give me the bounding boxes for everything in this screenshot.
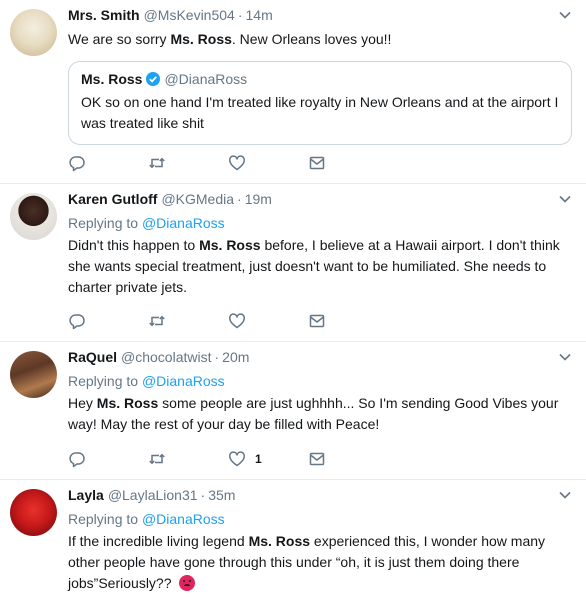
display-name[interactable]: Karen Gutloff: [68, 191, 157, 207]
reply-button[interactable]: [68, 450, 148, 468]
tweet-header: Layla @LaylaLion31 · 35m: [68, 487, 570, 507]
tweet-text: Didn't this happen to Ms. Ross before, I…: [68, 235, 570, 298]
replying-to-label: Replying to: [68, 373, 142, 389]
retweet-icon: [149, 157, 165, 169]
retweet-icon: [149, 315, 165, 327]
retweet-button[interactable]: [148, 312, 228, 330]
display-name[interactable]: Mrs. Smith: [68, 7, 140, 23]
replying-to: Replying to @DianaRoss: [68, 509, 570, 529]
tweet-text-bold: Ms. Ross: [248, 533, 311, 549]
timestamp[interactable]: 14m: [246, 7, 273, 23]
tweet-text-part: . New Orleans loves you!!: [231, 31, 392, 47]
tweet-actions: [68, 154, 388, 172]
tweet-header: Karen Gutloff @KGMedia · 19m: [68, 191, 570, 211]
retweet-button[interactable]: [148, 154, 228, 172]
caret-down-icon[interactable]: [558, 350, 572, 364]
tweet-mrs-smith[interactable]: Mrs. Smith @MsKevin504 · 14m We are so s…: [0, 0, 586, 184]
like-button[interactable]: [228, 312, 308, 330]
avatar[interactable]: [10, 489, 57, 536]
tweet-text: Hey Ms. Ross some people are just ughhhh…: [68, 393, 570, 435]
direct-message-button[interactable]: [308, 154, 388, 172]
user-handle[interactable]: @MsKevin504: [144, 7, 235, 23]
tweet-text-part: We are so sorry: [68, 31, 171, 47]
separator: ·: [237, 7, 243, 23]
replying-to: Replying to @DianaRoss: [68, 213, 570, 233]
replying-to-mention[interactable]: @DianaRoss: [142, 373, 225, 389]
reply-feed: Mrs. Smith @MsKevin504 · 14m We are so s…: [0, 0, 586, 604]
quoted-user-handle: @DianaRoss: [164, 71, 248, 87]
verified-badge-icon: [146, 72, 161, 86]
tweet-text-bold: Ms. Ross: [170, 31, 232, 47]
tweet-karen-gutloff[interactable]: Karen Gutloff @KGMedia · 19m Replying to…: [0, 184, 586, 342]
tweet-text: We are so sorry Ms. Ross. New Orleans lo…: [68, 29, 570, 50]
replying-to-label: Replying to: [68, 215, 142, 231]
caret-down-icon[interactable]: [558, 192, 572, 206]
direct-message-icon: [309, 314, 325, 328]
avatar[interactable]: [10, 9, 57, 56]
tweet-text-bold: Ms. Ross: [96, 395, 159, 411]
quoted-tweet-text: OK so on one hand I'm treated like royal…: [81, 94, 559, 131]
tweet-text: If the incredible living legend Ms. Ross…: [68, 531, 570, 594]
timestamp[interactable]: 19m: [245, 191, 272, 207]
retweet-icon: [149, 453, 165, 465]
tweet-layla[interactable]: Layla @LaylaLion31 · 35m Replying to @Di…: [0, 480, 586, 604]
retweet-button[interactable]: [148, 450, 228, 468]
replying-to-mention[interactable]: @DianaRoss: [142, 215, 225, 231]
tweet-header: RaQuel @chocolatwist · 20m: [68, 349, 570, 369]
user-handle[interactable]: @KGMedia: [161, 191, 234, 207]
tweet-raquel[interactable]: RaQuel @chocolatwist · 20m Replying to @…: [0, 342, 586, 480]
avatar[interactable]: [10, 193, 57, 240]
caret-down-icon[interactable]: [558, 8, 572, 22]
direct-message-button[interactable]: [308, 312, 388, 330]
timestamp[interactable]: 20m: [222, 349, 249, 365]
like-button[interactable]: [228, 154, 308, 172]
separator: ·: [200, 487, 206, 503]
reply-icon: [69, 156, 85, 172]
like-count: 1: [255, 452, 262, 466]
replying-to-mention[interactable]: @DianaRoss: [142, 511, 225, 527]
tweet-text-part: If the incredible living legend: [68, 533, 249, 549]
user-handle[interactable]: @chocolatwist: [121, 349, 211, 365]
reply-icon: [69, 452, 85, 468]
quoted-display-name: Ms. Ross: [81, 71, 143, 87]
avatar[interactable]: [10, 351, 57, 398]
tweet-header: Mrs. Smith @MsKevin504 · 14m: [68, 7, 570, 27]
direct-message-icon: [309, 156, 325, 170]
tweet-text-bold: Ms. Ross: [199, 237, 261, 253]
direct-message-button[interactable]: [308, 450, 388, 468]
replying-to-label: Replying to: [68, 511, 142, 527]
like-icon: [229, 155, 245, 171]
reply-button[interactable]: [68, 154, 148, 172]
quoted-tweet-header: Ms. Ross @DianaRoss: [81, 71, 559, 87]
caret-down-icon[interactable]: [558, 488, 572, 502]
reply-button[interactable]: [68, 312, 148, 330]
like-icon: [229, 451, 245, 467]
replying-to: Replying to @DianaRoss: [68, 371, 570, 391]
tweet-text-part: Hey: [68, 395, 97, 411]
tweet-actions: 1: [68, 450, 388, 468]
angry-face-emoji: [179, 575, 196, 591]
direct-message-icon: [309, 452, 325, 466]
tweet-text-part: Didn't this happen to: [68, 237, 200, 253]
separator: ·: [237, 191, 242, 207]
tweet-actions: [68, 312, 388, 330]
display-name[interactable]: Layla: [68, 487, 104, 503]
user-handle[interactable]: @LaylaLion31: [108, 487, 198, 503]
like-button[interactable]: 1: [228, 450, 308, 468]
reply-icon: [69, 314, 85, 330]
display-name[interactable]: RaQuel: [68, 349, 117, 365]
separator: ·: [214, 349, 220, 365]
like-icon: [229, 313, 245, 329]
timestamp[interactable]: 35m: [208, 487, 235, 503]
quoted-tweet[interactable]: Ms. Ross @DianaRoss OK so on one hand I'…: [68, 61, 572, 145]
